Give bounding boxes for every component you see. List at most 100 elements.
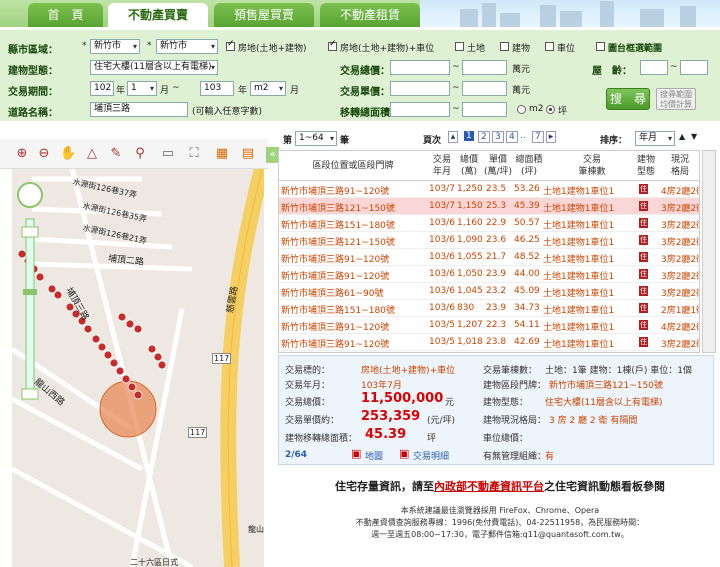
search-button[interactable]: 搜 尋 <box>606 88 650 110</box>
range-select[interactable]: 1~64 <box>295 131 337 146</box>
road-input[interactable]: 埔頂三路 <box>90 102 188 117</box>
sort-select[interactable]: 年月 <box>635 131 675 146</box>
tab-presale[interactable]: 預售屋買賣 <box>214 3 314 27</box>
page-7[interactable]: 7 <box>532 131 544 143</box>
page-label: 頁次 <box>423 136 442 146</box>
cell-layout: 3房2廳2衛 <box>661 204 699 214</box>
cell-trans: 土地1建物1車位1 <box>543 204 615 214</box>
cell-loc: 新竹市埔頂三路91~120號 <box>281 340 390 350</box>
table-row[interactable]: 新竹市埔頂三路91~120號 103/5 1,018 23.8 42.69 土地1建物1車… <box>279 334 699 351</box>
cell-total: 1,050 <box>457 269 483 279</box>
table-row[interactable]: 新竹市埔頂三路121~150號 103/6 1,090 23.6 46.25 土地1建物1… <box>279 232 699 249</box>
map-canvas[interactable]: 水源街126巷37弄 水源街126巷35弄 水源街126巷21弄 埔頂二路 埔頂… <box>12 169 264 567</box>
layers-icon[interactable]: ▦ <box>214 146 230 162</box>
checkbox-building[interactable] <box>500 42 509 51</box>
zoom-out-icon[interactable]: ⊖ <box>36 146 52 162</box>
cell-total: 1,055 <box>457 252 483 262</box>
pager-prefix: 第 <box>283 136 293 146</box>
page-2[interactable]: 2 <box>478 131 490 143</box>
total-price-min[interactable] <box>390 60 450 75</box>
unit-month: 月 <box>290 86 300 96</box>
unit-year: 年 <box>238 86 248 96</box>
page-1[interactable]: 1 <box>464 131 474 141</box>
select-box-icon[interactable]: ▭ <box>160 146 176 162</box>
table-row[interactable]: 新竹市埔頂三路121~150號 103/7 1,150 25.3 45.39 土地1建物1… <box>279 198 699 215</box>
pan-hand-icon[interactable]: ✋ <box>60 146 76 162</box>
checkbox-label: 車位 <box>557 44 576 54</box>
unit-price-label: 交易單價： <box>340 87 390 98</box>
map-graphics <box>12 169 264 567</box>
range-average-button[interactable]: 搜尋範圍 均價計算 <box>656 88 696 110</box>
table-row[interactable]: 新竹市埔頂三路61~90號 103/6 1,045 23.2 45.09 土地1建物1車位… <box>279 283 699 300</box>
year-to[interactable]: 103 <box>200 81 234 96</box>
platform-link[interactable]: 內政部不動產資訊平台 <box>434 480 544 493</box>
page-4[interactable]: 4 <box>506 131 518 143</box>
checkbox-parking[interactable] <box>545 42 554 51</box>
print-icon[interactable]: ▤ <box>240 146 256 162</box>
sort-down-icon[interactable]: ▼ <box>691 132 697 141</box>
cell-loc: 新竹市埔頂三路91~120號 <box>281 187 390 197</box>
checkbox-map-range[interactable] <box>596 42 605 51</box>
radio-ping-label: 坪 <box>558 107 568 117</box>
footer-notice: 住宅存量資訊，請至內政部不動產資訊平台之住宅資訊動態看板參閱 <box>280 478 720 494</box>
year-from[interactable]: 102 <box>90 81 114 96</box>
fullscreen-icon[interactable]: ⛶ <box>186 146 202 162</box>
table-scrollbar[interactable] <box>702 150 716 353</box>
tilde: ~ <box>670 62 678 72</box>
table-row[interactable]: 新竹市埔頂三路91~120號 103/7 1,250 23.5 53.26 土地1建物1車… <box>279 181 699 198</box>
draw-icon[interactable]: ✎ <box>108 146 124 162</box>
detail-label: 車位總價： <box>483 434 529 444</box>
table-row[interactable]: 新竹市埔頂三路151~180號 103/6 1,160 22.9 50.57 土地1建物1… <box>279 215 699 232</box>
tab-home[interactable]: 首 頁 <box>28 3 103 27</box>
measure-icon[interactable]: △ <box>84 146 100 162</box>
total-price-max[interactable] <box>462 60 507 75</box>
detail-value: 房地(土地+建物)+車位 <box>361 366 456 376</box>
detail-link-icon[interactable]: ▣ <box>399 447 409 460</box>
cell-trans: 土地1建物1車位1 <box>543 289 615 299</box>
unit-price-max[interactable] <box>462 81 507 96</box>
district-select[interactable]: 新竹市 <box>156 39 218 54</box>
table-row[interactable]: 新竹市埔頂三路91~120號 103/6 1,055 21.7 48.52 土地1建物1車… <box>279 249 699 266</box>
table-row[interactable]: 新竹市埔頂三路91~120號 103/6 1,050 23.9 44.00 土地1建物1車… <box>279 266 699 283</box>
cell-area: 48.52 <box>514 252 540 262</box>
required-star: * <box>147 41 152 51</box>
cell-ym: 103/6 <box>429 269 455 279</box>
cell-layout: 3房2廳2衛 <box>661 255 699 265</box>
table-row[interactable]: 新竹市埔頂三路151~180號 103/6 830 23.9 34.73 土地1建物1車位… <box>279 300 699 317</box>
radio-ping[interactable] <box>546 105 555 114</box>
building-type-select[interactable]: 住宅大樓(11層含以上有電梯) <box>90 60 218 75</box>
detail-link[interactable]: 交易明細 <box>413 449 449 462</box>
detail-value: 住宅大樓(11層含以上有電梯) <box>545 398 663 408</box>
cell-total: 1,018 <box>457 337 483 347</box>
area-min[interactable] <box>390 102 450 117</box>
tab-rental[interactable]: 不動產租賃 <box>320 3 420 27</box>
month-to[interactable]: m2 <box>250 81 286 96</box>
cell-ym: 103/6 <box>429 235 455 245</box>
next-page-icon[interactable]: ▸ <box>546 131 556 143</box>
sort-up-icon[interactable]: ▲ <box>679 132 685 141</box>
month-from[interactable]: 1 <box>127 81 157 96</box>
radio-m2[interactable] <box>517 105 526 114</box>
cell-loc: 新竹市埔頂三路91~120號 <box>281 255 390 265</box>
checkbox-land-building[interactable] <box>226 39 235 51</box>
map-link-icon[interactable]: ▣ <box>351 447 361 460</box>
table-row[interactable]: 新竹市埔頂三路91~120號 103/5 1,207 22.3 54.11 土地1建物1車… <box>279 317 699 334</box>
results-table: 區段位置或區段門牌 交易 年月 總價 (萬) 單價 (萬/坪) 總面積 (坪) … <box>278 150 700 353</box>
prev-page-icon[interactable]: ▴ <box>448 131 458 143</box>
detail-unit-price: 253,359 <box>361 409 421 424</box>
checkbox-land[interactable] <box>455 42 464 51</box>
tab-property-sale[interactable]: 不動產買賣 <box>108 3 208 27</box>
map-link[interactable]: 地圖 <box>365 449 383 462</box>
pin-icon[interactable]: ⚲ <box>132 146 148 162</box>
cell-unit: 22.3 <box>486 320 507 330</box>
area-max[interactable] <box>462 102 507 117</box>
age-min[interactable] <box>640 60 668 75</box>
age-max[interactable] <box>680 60 708 75</box>
unit-price-min[interactable] <box>390 81 450 96</box>
county-select[interactable]: 新竹市 <box>90 39 140 54</box>
page-3[interactable]: 3 <box>492 131 504 143</box>
checkbox-land-building-parking[interactable] <box>328 39 337 51</box>
cell-ym: 103/7 <box>429 184 455 194</box>
cell-area: 45.39 <box>514 201 540 211</box>
zoom-in-icon[interactable]: ⊕ <box>14 146 30 162</box>
